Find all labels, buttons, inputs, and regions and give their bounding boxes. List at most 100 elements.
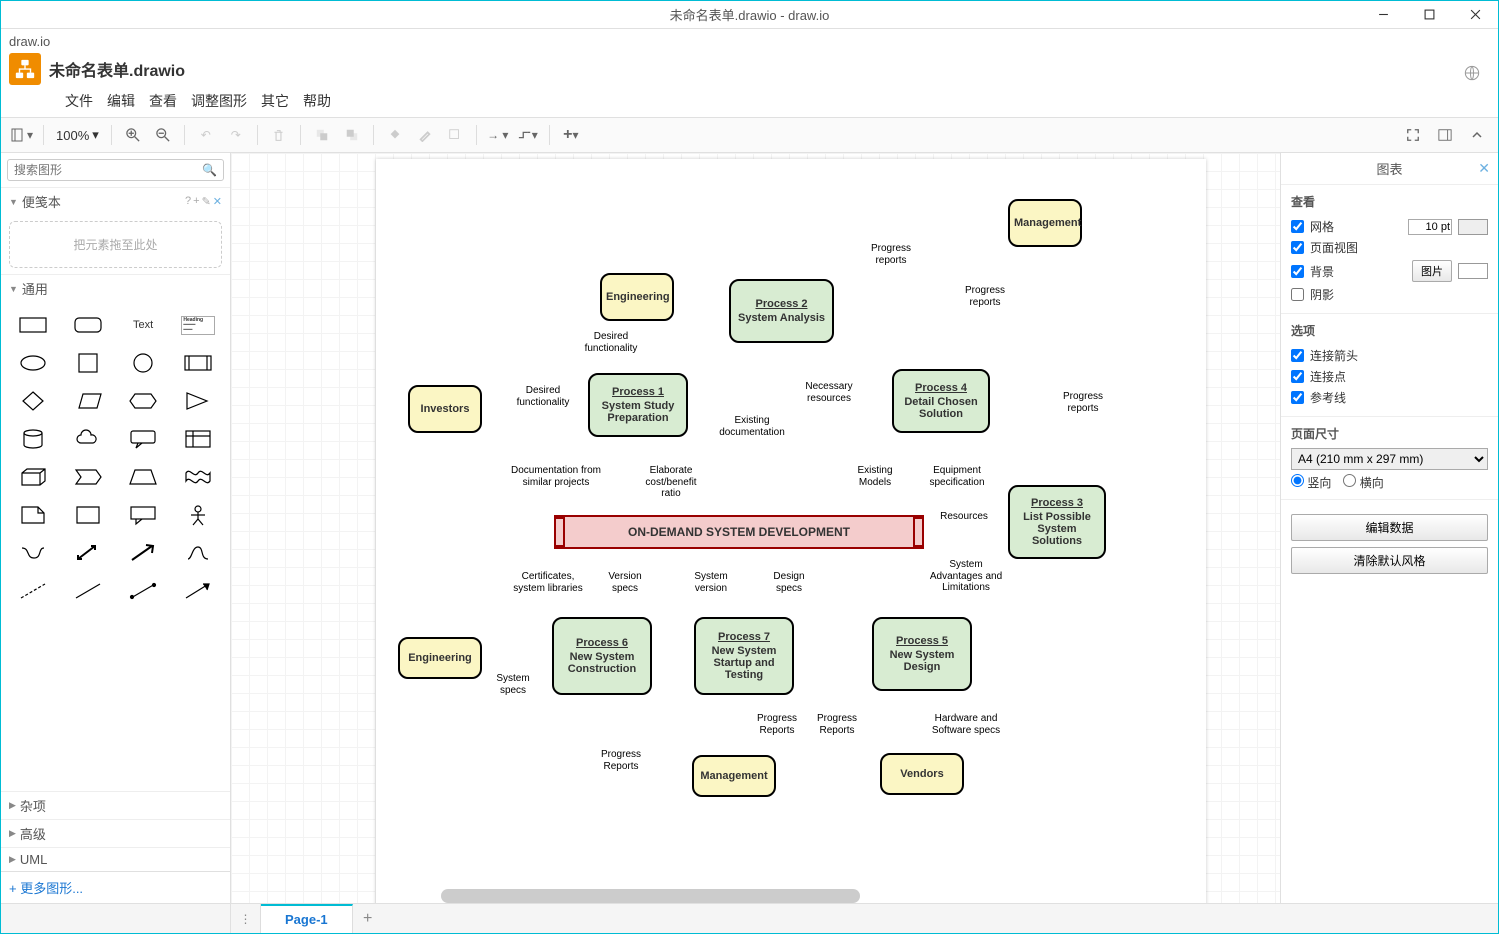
node-engineering2[interactable]: Engineering — [398, 637, 482, 679]
node-process6[interactable]: Process 6New System Construction — [552, 617, 652, 695]
shadow-checkbox[interactable] — [1291, 288, 1304, 301]
shape-cylinder[interactable] — [7, 422, 58, 456]
shape-trapezoid[interactable] — [118, 460, 169, 494]
node-process1[interactable]: Process 1System Study Preparation — [588, 373, 688, 437]
menu-help[interactable]: 帮助 — [303, 91, 331, 111]
format-panel-icon[interactable] — [1432, 122, 1458, 148]
advanced-section[interactable]: ▶高级 — [1, 819, 230, 847]
general-section[interactable]: ▼通用 — [1, 274, 230, 302]
edit-data-button[interactable]: 编辑数据 — [1291, 514, 1488, 541]
collapse-icon[interactable] — [1464, 122, 1490, 148]
shape-note[interactable] — [7, 498, 58, 532]
search-shapes-input[interactable]: 🔍 — [7, 159, 224, 181]
filename-label[interactable]: 未命名表单.drawio — [49, 57, 185, 81]
page-tab-1[interactable]: Page-1 — [261, 904, 353, 933]
node-management-bot[interactable]: Management — [692, 755, 776, 797]
shape-hexagon[interactable] — [118, 384, 169, 418]
zoom-level[interactable]: 100% ▾ — [52, 127, 103, 143]
points-checkbox[interactable] — [1291, 370, 1304, 383]
shape-square[interactable] — [62, 346, 113, 380]
node-center[interactable]: ON-DEMAND SYSTEM DEVELOPMENT — [554, 515, 924, 549]
view-dropdown-button[interactable]: ▾ — [9, 122, 35, 148]
menu-arrange[interactable]: 调整图形 — [191, 91, 247, 111]
bg-color-swatch[interactable] — [1458, 263, 1488, 279]
node-vendors[interactable]: Vendors — [880, 753, 964, 795]
node-process5[interactable]: Process 5New System Design — [872, 617, 972, 691]
pages-menu-button[interactable]: ⋮ — [231, 904, 261, 933]
zoom-out-icon[interactable] — [150, 122, 176, 148]
close-icon[interactable]: ✕ — [213, 195, 222, 208]
canvas-horizontal-scrollbar[interactable] — [441, 889, 861, 903]
image-button[interactable]: 图片 — [1412, 260, 1452, 282]
shape-callout[interactable] — [118, 422, 169, 456]
shape-line[interactable] — [62, 574, 113, 608]
to-back-icon[interactable] — [339, 122, 365, 148]
shape-internal[interactable] — [173, 422, 224, 456]
delete-icon[interactable] — [266, 122, 292, 148]
search-icon[interactable]: 🔍 — [202, 163, 217, 177]
globe-icon[interactable] — [1464, 65, 1480, 84]
shape-ellipse[interactable] — [7, 346, 58, 380]
node-management-top[interactable]: Management — [1008, 199, 1082, 247]
shape-process[interactable] — [173, 346, 224, 380]
grid-color-swatch[interactable] — [1458, 219, 1488, 235]
node-engineering[interactable]: Engineering — [600, 273, 674, 321]
shape-cloud[interactable] — [62, 422, 113, 456]
shape-heading[interactable]: Heading━━━━━━━ — [173, 308, 224, 342]
fill-color-icon[interactable] — [382, 122, 408, 148]
arrows-checkbox[interactable] — [1291, 349, 1304, 362]
shape-card[interactable] — [62, 498, 113, 532]
shape-biarrow[interactable] — [62, 536, 113, 570]
guides-checkbox[interactable] — [1291, 391, 1304, 404]
connection-icon[interactable]: → ▾ — [485, 122, 511, 148]
shape-arrow[interactable] — [118, 536, 169, 570]
window-maximize-button[interactable] — [1406, 1, 1452, 29]
insert-icon[interactable]: + ▾ — [558, 122, 584, 148]
shadow-icon[interactable] — [442, 122, 468, 148]
shape-triangle[interactable] — [173, 384, 224, 418]
shape-callout2[interactable] — [118, 498, 169, 532]
shape-text[interactable]: Text — [118, 308, 169, 342]
undo-icon[interactable]: ↶ — [193, 122, 219, 148]
landscape-radio[interactable] — [1343, 474, 1356, 487]
help-icon[interactable]: ? — [185, 195, 191, 208]
menu-view[interactable]: 查看 — [149, 91, 177, 111]
menu-file[interactable]: 文件 — [65, 91, 93, 111]
background-checkbox[interactable] — [1291, 265, 1304, 278]
grid-size-input[interactable] — [1408, 219, 1452, 235]
paper-size-select[interactable]: A4 (210 mm x 297 mm) — [1291, 448, 1488, 470]
add-icon[interactable]: + — [193, 195, 199, 208]
shape-rect[interactable] — [7, 308, 58, 342]
edit-icon[interactable]: ✎ — [202, 195, 211, 208]
node-investors[interactable]: Investors — [408, 385, 482, 433]
misc-section[interactable]: ▶杂项 — [1, 791, 230, 819]
portrait-radio[interactable] — [1291, 474, 1304, 487]
close-format-icon[interactable]: ✕ — [1478, 160, 1490, 177]
window-close-button[interactable] — [1452, 1, 1498, 29]
pageview-checkbox[interactable] — [1291, 241, 1304, 254]
shape-dashed[interactable] — [7, 574, 58, 608]
shape-dirline[interactable] — [173, 574, 224, 608]
redo-icon[interactable]: ↷ — [223, 122, 249, 148]
shape-circle[interactable] — [118, 346, 169, 380]
shape-diamond[interactable] — [7, 384, 58, 418]
zoom-in-icon[interactable] — [120, 122, 146, 148]
shape-parallelogram[interactable] — [62, 384, 113, 418]
shape-biline[interactable] — [118, 574, 169, 608]
shape-link[interactable] — [173, 536, 224, 570]
to-front-icon[interactable] — [309, 122, 335, 148]
shape-actor[interactable] — [173, 498, 224, 532]
canvas[interactable]: Engineering Investors Management Enginee… — [231, 153, 1280, 903]
scratchpad-section[interactable]: ▼便笺本?+✎✕ — [1, 187, 230, 215]
window-minimize-button[interactable] — [1360, 1, 1406, 29]
grid-checkbox[interactable] — [1291, 220, 1304, 233]
node-process7[interactable]: Process 7New System Startup and Testing — [694, 617, 794, 695]
add-page-button[interactable]: + — [353, 904, 383, 933]
fullscreen-icon[interactable] — [1400, 122, 1426, 148]
node-process3[interactable]: Process 3List Possible System Solutions — [1008, 485, 1106, 559]
node-process2[interactable]: Process 2System Analysis — [729, 279, 834, 343]
scratchpad-dropzone[interactable]: 把元素拖至此处 — [9, 221, 222, 268]
shape-cube[interactable] — [7, 460, 58, 494]
menu-extras[interactable]: 其它 — [261, 91, 289, 111]
node-process4[interactable]: Process 4Detail Chosen Solution — [892, 369, 990, 433]
